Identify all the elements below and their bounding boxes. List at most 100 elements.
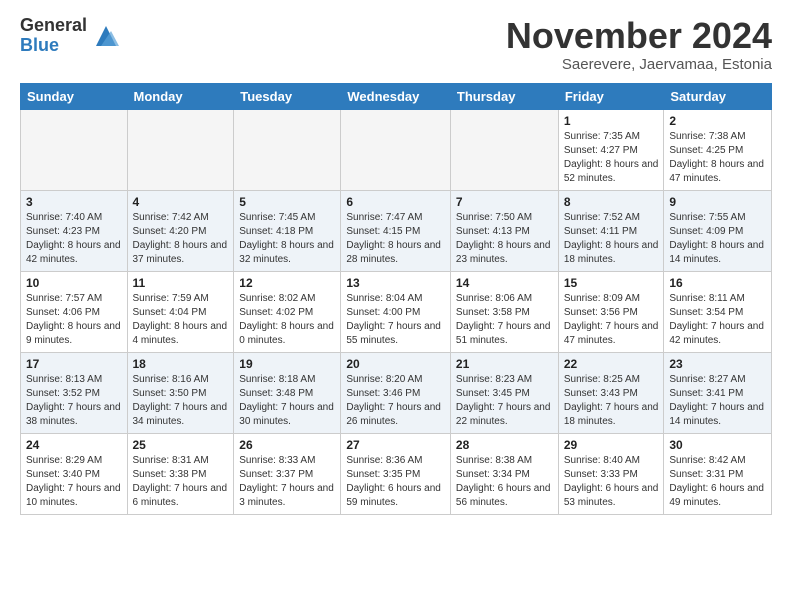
day-number: 17 bbox=[26, 357, 122, 371]
day-number: 10 bbox=[26, 276, 122, 290]
calendar-week-row: 3 Sunrise: 7:40 AM Sunset: 4:23 PM Daylig… bbox=[21, 190, 772, 271]
day-info: Sunrise: 8:11 AM Sunset: 3:54 PM Dayligh… bbox=[669, 292, 766, 348]
table-row: 7 Sunrise: 7:50 AM Sunset: 4:13 PM Daylig… bbox=[450, 190, 558, 271]
day-number: 5 bbox=[239, 195, 335, 209]
calendar-table: Sunday Monday Tuesday Wednesday Thursday… bbox=[20, 83, 772, 515]
day-number: 7 bbox=[456, 195, 553, 209]
day-info: Sunrise: 8:27 AM Sunset: 3:41 PM Dayligh… bbox=[669, 373, 766, 429]
day-number: 11 bbox=[133, 276, 229, 290]
calendar-week-row: 10 Sunrise: 7:57 AM Sunset: 4:06 PM Dayli… bbox=[21, 271, 772, 352]
day-number: 14 bbox=[456, 276, 553, 290]
day-info: Sunrise: 8:33 AM Sunset: 3:37 PM Dayligh… bbox=[239, 454, 335, 510]
day-number: 1 bbox=[564, 114, 659, 128]
table-row: 17Sunrise: 8:13 AM Sunset: 3:52 PM Dayli… bbox=[21, 352, 128, 433]
day-number: 25 bbox=[133, 438, 229, 452]
table-row bbox=[21, 109, 128, 190]
table-row: 13 Sunrise: 8:04 AM Sunset: 4:00 PM Dayli… bbox=[341, 271, 451, 352]
logo-blue: Blue bbox=[20, 36, 87, 56]
day-info: Sunrise: 8:18 AM Sunset: 3:48 PM Dayligh… bbox=[239, 373, 335, 429]
day-info: Sunrise: 7:35 AM Sunset: 4:27 PM Dayligh… bbox=[564, 130, 659, 186]
day-info: Sunrise: 8:16 AM Sunset: 3:50 PM Dayligh… bbox=[133, 373, 229, 429]
day-info: Sunrise: 8:06 AM Sunset: 3:58 PM Dayligh… bbox=[456, 292, 553, 348]
table-row: 5 Sunrise: 7:45 AM Sunset: 4:18 PM Daylig… bbox=[234, 190, 341, 271]
day-number: 16 bbox=[669, 276, 766, 290]
day-info: Sunrise: 8:38 AM Sunset: 3:34 PM Dayligh… bbox=[456, 454, 553, 510]
day-number: 12 bbox=[239, 276, 335, 290]
header: General Blue November 2024 Saerevere, Ja… bbox=[20, 16, 772, 73]
day-info: Sunrise: 8:36 AM Sunset: 3:35 PM Dayligh… bbox=[346, 454, 445, 510]
header-sunday: Sunday bbox=[21, 83, 128, 109]
day-number: 22 bbox=[564, 357, 659, 371]
table-row: 16 Sunrise: 8:11 AM Sunset: 3:54 PM Dayli… bbox=[664, 271, 772, 352]
day-number: 19 bbox=[239, 357, 335, 371]
day-info: Sunrise: 7:52 AM Sunset: 4:11 PM Dayligh… bbox=[564, 211, 659, 267]
calendar-week-row: 17Sunrise: 8:13 AM Sunset: 3:52 PM Dayli… bbox=[21, 352, 772, 433]
calendar-header-row: Sunday Monday Tuesday Wednesday Thursday… bbox=[21, 83, 772, 109]
table-row: 4 Sunrise: 7:42 AM Sunset: 4:20 PM Daylig… bbox=[127, 190, 234, 271]
table-row: 26 Sunrise: 8:33 AM Sunset: 3:37 PM Dayli… bbox=[234, 433, 341, 514]
table-row: 3 Sunrise: 7:40 AM Sunset: 4:23 PM Daylig… bbox=[21, 190, 128, 271]
table-row: 2Sunrise: 7:38 AM Sunset: 4:25 PM Daylig… bbox=[664, 109, 772, 190]
day-number: 21 bbox=[456, 357, 553, 371]
day-number: 13 bbox=[346, 276, 445, 290]
day-info: Sunrise: 8:31 AM Sunset: 3:38 PM Dayligh… bbox=[133, 454, 229, 510]
day-number: 6 bbox=[346, 195, 445, 209]
day-info: Sunrise: 8:23 AM Sunset: 3:45 PM Dayligh… bbox=[456, 373, 553, 429]
day-number: 3 bbox=[26, 195, 122, 209]
logo-text: General Blue bbox=[20, 16, 87, 56]
day-number: 30 bbox=[669, 438, 766, 452]
day-number: 4 bbox=[133, 195, 229, 209]
day-number: 18 bbox=[133, 357, 229, 371]
day-number: 24 bbox=[26, 438, 122, 452]
day-number: 23 bbox=[669, 357, 766, 371]
title-section: November 2024 Saerevere, Jaervamaa, Esto… bbox=[506, 16, 772, 73]
header-monday: Monday bbox=[127, 83, 234, 109]
day-info: Sunrise: 7:57 AM Sunset: 4:06 PM Dayligh… bbox=[26, 292, 122, 348]
day-info: Sunrise: 8:09 AM Sunset: 3:56 PM Dayligh… bbox=[564, 292, 659, 348]
table-row: 1 Sunrise: 7:35 AM Sunset: 4:27 PM Daylig… bbox=[558, 109, 664, 190]
logo-icon bbox=[91, 21, 121, 51]
day-number: 27 bbox=[346, 438, 445, 452]
day-number: 28 bbox=[456, 438, 553, 452]
header-wednesday: Wednesday bbox=[341, 83, 451, 109]
table-row: 28 Sunrise: 8:38 AM Sunset: 3:34 PM Dayli… bbox=[450, 433, 558, 514]
header-thursday: Thursday bbox=[450, 83, 558, 109]
table-row: 23 Sunrise: 8:27 AM Sunset: 3:41 PM Dayli… bbox=[664, 352, 772, 433]
day-info: Sunrise: 8:04 AM Sunset: 4:00 PM Dayligh… bbox=[346, 292, 445, 348]
header-saturday: Saturday bbox=[664, 83, 772, 109]
table-row: 24Sunrise: 8:29 AM Sunset: 3:40 PM Dayli… bbox=[21, 433, 128, 514]
table-row bbox=[234, 109, 341, 190]
table-row: 8 Sunrise: 7:52 AM Sunset: 4:11 PM Daylig… bbox=[558, 190, 664, 271]
day-info: Sunrise: 7:38 AM Sunset: 4:25 PM Dayligh… bbox=[669, 130, 766, 186]
day-info: Sunrise: 8:42 AM Sunset: 3:31 PM Dayligh… bbox=[669, 454, 766, 510]
table-row: 18 Sunrise: 8:16 AM Sunset: 3:50 PM Dayli… bbox=[127, 352, 234, 433]
table-row: 12Sunrise: 8:02 AM Sunset: 4:02 PM Dayli… bbox=[234, 271, 341, 352]
day-number: 8 bbox=[564, 195, 659, 209]
calendar-week-row: 1 Sunrise: 7:35 AM Sunset: 4:27 PM Daylig… bbox=[21, 109, 772, 190]
table-row bbox=[450, 109, 558, 190]
table-row: 27 Sunrise: 8:36 AM Sunset: 3:35 PM Dayli… bbox=[341, 433, 451, 514]
day-info: Sunrise: 7:45 AM Sunset: 4:18 PM Dayligh… bbox=[239, 211, 335, 267]
day-info: Sunrise: 7:42 AM Sunset: 4:20 PM Dayligh… bbox=[133, 211, 229, 267]
table-row bbox=[127, 109, 234, 190]
table-row: 15 Sunrise: 8:09 AM Sunset: 3:56 PM Dayli… bbox=[558, 271, 664, 352]
day-info: Sunrise: 8:40 AM Sunset: 3:33 PM Dayligh… bbox=[564, 454, 659, 510]
day-number: 15 bbox=[564, 276, 659, 290]
table-row: 29Sunrise: 8:40 AM Sunset: 3:33 PM Dayli… bbox=[558, 433, 664, 514]
month-title: November 2024 bbox=[506, 16, 772, 56]
subtitle: Saerevere, Jaervamaa, Estonia bbox=[506, 56, 772, 73]
day-info: Sunrise: 7:40 AM Sunset: 4:23 PM Dayligh… bbox=[26, 211, 122, 267]
table-row: 9Sunrise: 7:55 AM Sunset: 4:09 PM Daylig… bbox=[664, 190, 772, 271]
table-row: 30 Sunrise: 8:42 AM Sunset: 3:31 PM Dayli… bbox=[664, 433, 772, 514]
day-info: Sunrise: 8:25 AM Sunset: 3:43 PM Dayligh… bbox=[564, 373, 659, 429]
header-tuesday: Tuesday bbox=[234, 83, 341, 109]
day-info: Sunrise: 7:59 AM Sunset: 4:04 PM Dayligh… bbox=[133, 292, 229, 348]
day-number: 26 bbox=[239, 438, 335, 452]
day-number: 20 bbox=[346, 357, 445, 371]
day-info: Sunrise: 7:50 AM Sunset: 4:13 PM Dayligh… bbox=[456, 211, 553, 267]
table-row: 10 Sunrise: 7:57 AM Sunset: 4:06 PM Dayli… bbox=[21, 271, 128, 352]
day-info: Sunrise: 7:55 AM Sunset: 4:09 PM Dayligh… bbox=[669, 211, 766, 267]
logo-general: General bbox=[20, 16, 87, 36]
table-row: 22 Sunrise: 8:25 AM Sunset: 3:43 PM Dayli… bbox=[558, 352, 664, 433]
table-row: 6Sunrise: 7:47 AM Sunset: 4:15 PM Daylig… bbox=[341, 190, 451, 271]
